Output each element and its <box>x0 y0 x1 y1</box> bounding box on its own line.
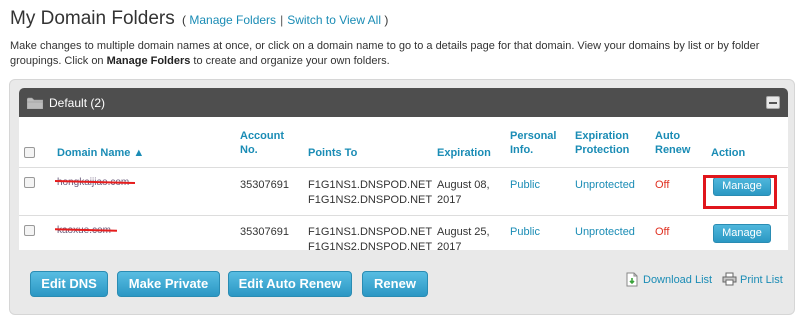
column-auto-renew: Auto Renew <box>655 129 690 157</box>
folder-header[interactable]: Default (2) <box>19 88 788 117</box>
select-all-checkbox[interactable] <box>24 147 35 158</box>
manage-folders-link[interactable]: Manage Folders <box>189 13 276 27</box>
column-autorenew-line1: Auto <box>655 130 681 142</box>
account-number: 35307691 <box>240 179 289 191</box>
print-list-label: Print List <box>740 274 783 286</box>
intro-bold-manage-folders: Manage Folders <box>106 55 191 67</box>
collapse-icon[interactable] <box>766 96 780 109</box>
column-action: Action <box>711 147 746 159</box>
row-divider <box>19 167 788 168</box>
download-icon <box>626 272 638 287</box>
edit-auto-renew-button[interactable]: Edit Auto Renew <box>228 271 352 297</box>
column-personal-line1: Personal <box>510 130 557 142</box>
title-links: ( Manage Folders | Switch to View All ) <box>182 13 388 27</box>
column-account-line1: Account <box>240 130 284 142</box>
column-account-line2: No. <box>240 144 258 156</box>
expiration-date-line2: 2017 <box>437 194 462 206</box>
folder-panel: Default (2) Domain Name ▲ Account No. Poi… <box>9 79 795 315</box>
row-checkbox[interactable] <box>24 225 35 236</box>
renew-button[interactable]: Renew <box>362 271 428 297</box>
expiration-protection-link[interactable]: Unprotected <box>575 178 635 192</box>
column-domain-name[interactable]: Domain Name ▲ <box>57 146 144 160</box>
column-personal-info: Personal Info. <box>510 129 556 157</box>
expiration-date-line1: August 25, <box>437 226 490 238</box>
column-autorenew-line2: Renew <box>655 144 691 156</box>
page-title-text: My Domain Folders <box>10 8 175 29</box>
intro-text: Make changes to multiple domain names at… <box>10 39 792 69</box>
highlight-annotation-box <box>703 175 777 209</box>
close-paren: ) <box>384 13 389 27</box>
points-to-ns1: F1G1NS1.DNSPOD.NET <box>308 179 433 191</box>
download-list-label: Download List <box>643 274 713 286</box>
personal-info-link[interactable]: Public <box>510 178 540 192</box>
auto-renew-status[interactable]: Off <box>655 178 669 192</box>
column-expiration: Expiration <box>437 147 491 159</box>
column-protection-line2: Protection <box>575 144 630 156</box>
row-divider <box>19 215 788 216</box>
row-checkbox[interactable] <box>24 177 35 188</box>
expiration-date-line1: August 08, <box>437 179 490 191</box>
printer-icon <box>722 272 737 286</box>
personal-info-link[interactable]: Public <box>510 225 540 239</box>
expiration-protection-link[interactable]: Unprotected <box>575 225 635 239</box>
account-number: 35307691 <box>240 226 289 238</box>
column-account-no: Account No. <box>240 129 284 157</box>
folder-icon <box>27 97 43 109</box>
column-points-to: Points To <box>308 147 358 159</box>
link-separator: | <box>280 13 284 27</box>
column-protection-line1: Expiration <box>575 130 629 142</box>
points-to-ns2: F1G1NS2.DNSPOD.NET <box>308 241 433 253</box>
points-to-ns2: F1G1NS2.DNSPOD.NET <box>308 194 433 206</box>
column-expiration-protection: Expiration Protection <box>575 129 629 157</box>
manage-button[interactable]: Manage <box>713 224 771 243</box>
page-title: My Domain Folders ( Manage Folders | Switc… <box>10 8 388 30</box>
expiration-date-line2: 2017 <box>437 241 462 253</box>
open-paren: ( <box>182 13 186 27</box>
points-to-ns1: F1G1NS1.DNSPOD.NET <box>308 226 433 238</box>
domain-table: Domain Name ▲ Account No. Points To Expir… <box>19 117 788 253</box>
intro-text-after: to create and organize your own folders. <box>190 55 390 67</box>
switch-to-view-all-link[interactable]: Switch to View All <box>287 13 381 27</box>
folder-title: Default (2) <box>49 96 106 110</box>
make-private-button[interactable]: Make Private <box>117 271 220 297</box>
column-personal-line2: Info. <box>510 144 534 156</box>
edit-dns-button[interactable]: Edit DNS <box>30 271 108 297</box>
auto-renew-status[interactable]: Off <box>655 225 669 239</box>
